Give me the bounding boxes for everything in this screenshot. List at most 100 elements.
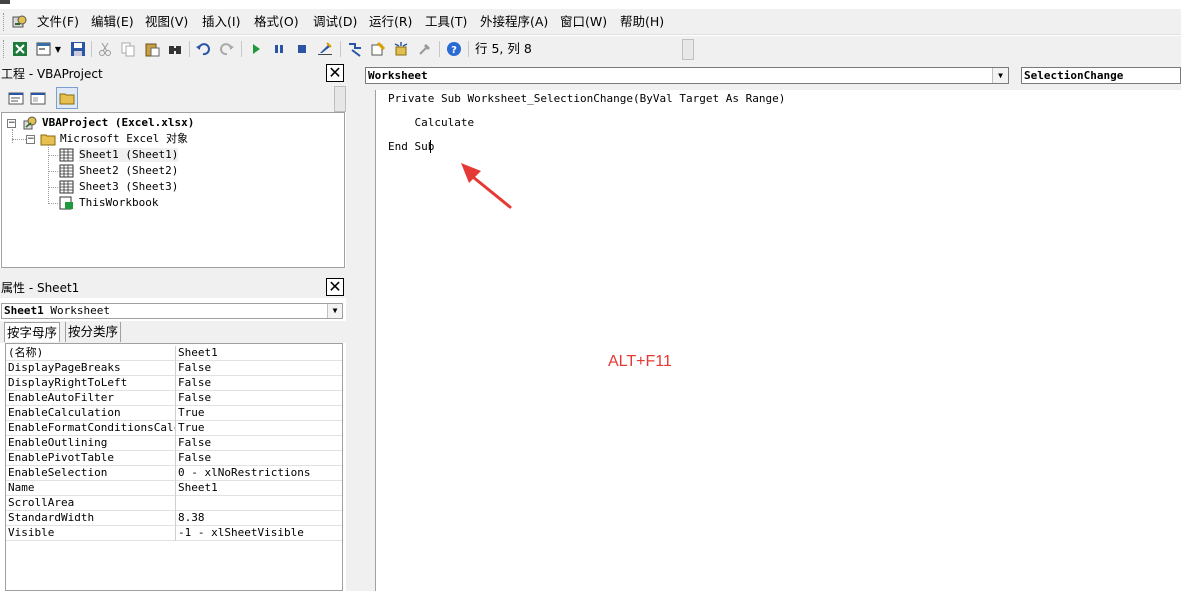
property-value[interactable]: True: [178, 406, 205, 420]
property-row[interactable]: EnablePivotTable False: [6, 451, 342, 466]
workbook-icon: [59, 196, 73, 210]
tree-item-sheet1[interactable]: Sheet1 (Sheet1): [79, 148, 179, 162]
view-code-icon[interactable]: [7, 89, 25, 107]
project-explorer-icon[interactable]: [346, 40, 364, 58]
chevron-down-icon[interactable]: ▼: [992, 68, 1008, 83]
property-value[interactable]: Sheet1: [178, 346, 218, 360]
property-row[interactable]: EnableFormatConditionsCalcul True: [6, 421, 342, 436]
property-value[interactable]: False: [178, 391, 211, 405]
toolbox-icon[interactable]: [416, 40, 434, 58]
collapse-icon[interactable]: −: [26, 135, 35, 144]
property-row[interactable]: (名称) Sheet1: [6, 346, 342, 361]
property-row[interactable]: DisplayPageBreaks False: [6, 361, 342, 376]
property-value[interactable]: -1 - xlSheetVisible: [178, 526, 304, 540]
property-row[interactable]: Visible -1 - xlSheetVisible: [6, 526, 342, 541]
save-icon[interactable]: [69, 40, 87, 58]
insert-userform-icon[interactable]: [35, 40, 53, 58]
menu-edit[interactable]: 编辑(E): [91, 14, 134, 30]
property-name: EnableFormatConditionsCalcul: [8, 421, 176, 434]
folder-icon: [40, 134, 56, 146]
property-value[interactable]: False: [178, 361, 211, 375]
project-explorer-titlebar: 工程 - VBAProject ✕: [0, 62, 346, 84]
undo-icon[interactable]: [194, 40, 212, 58]
tree-item-sheet3[interactable]: Sheet3 (Sheet3): [79, 180, 178, 194]
run-icon[interactable]: [247, 40, 265, 58]
project-explorer-toolbar: [0, 84, 346, 112]
design-mode-icon[interactable]: [316, 40, 334, 58]
collapse-icon[interactable]: −: [7, 119, 16, 128]
property-value[interactable]: True: [178, 421, 205, 435]
svg-text:?: ?: [451, 45, 457, 56]
menu-window[interactable]: 窗口(W): [560, 14, 607, 30]
tree-folder-excel-objects[interactable]: Microsoft Excel 对象: [60, 132, 188, 146]
menu-addins[interactable]: 外接程序(A): [480, 14, 548, 30]
cut-icon[interactable]: [96, 40, 114, 58]
menu-view[interactable]: 视图(V): [145, 14, 188, 30]
code-line[interactable]: End Sub: [388, 140, 434, 154]
tree-item-thisworkbook[interactable]: ThisWorkbook: [79, 196, 158, 210]
find-icon[interactable]: [166, 40, 184, 58]
menu-debug[interactable]: 调试(D): [313, 14, 357, 30]
pane-splitter[interactable]: [0, 268, 346, 276]
property-name: Visible: [8, 526, 55, 539]
insert-dropdown-icon[interactable]: ▼: [53, 40, 63, 58]
menu-insert[interactable]: 插入(I): [202, 14, 240, 30]
property-row[interactable]: Name Sheet1: [6, 481, 342, 496]
break-icon[interactable]: [270, 40, 288, 58]
properties-object-select[interactable]: Sheet1 Worksheet ▼: [1, 303, 343, 319]
project-explorer-title: 工程 - VBAProject: [1, 67, 103, 81]
property-row[interactable]: ScrollArea: [6, 496, 342, 511]
menu-grip[interactable]: [3, 13, 6, 31]
code-margin-indicator-bar[interactable]: [354, 90, 376, 591]
vbaproject-icon: [23, 116, 37, 130]
object-select[interactable]: Worksheet ▼: [365, 67, 1009, 84]
properties-window-icon[interactable]: [369, 40, 387, 58]
chevron-down-icon[interactable]: ▼: [327, 304, 342, 318]
property-row[interactable]: EnableOutlining False: [6, 436, 342, 451]
properties-title: 属性 - Sheet1: [1, 281, 80, 295]
menu-file[interactable]: 文件(F): [37, 14, 79, 30]
toolbar-options-button[interactable]: [682, 39, 694, 60]
property-value[interactable]: False: [178, 436, 211, 450]
procedure-select[interactable]: SelectionChange: [1021, 67, 1181, 84]
property-value[interactable]: False: [178, 451, 211, 465]
code-line[interactable]: Private Sub Worksheet_SelectionChange(By…: [388, 92, 785, 106]
tree-item-sheet2[interactable]: Sheet2 (Sheet2): [79, 164, 178, 178]
property-name: DisplayPageBreaks: [8, 361, 121, 374]
toolbar-separator: [241, 41, 242, 57]
tree-connector: [48, 203, 58, 204]
menu-help[interactable]: 帮助(H): [620, 14, 664, 30]
tab-alphabetic[interactable]: 按字母序: [4, 322, 61, 342]
redo-icon[interactable]: [218, 40, 236, 58]
property-value[interactable]: Sheet1: [178, 481, 218, 495]
vertical-splitter[interactable]: [346, 62, 354, 591]
property-row[interactable]: EnableCalculation True: [6, 406, 342, 421]
tab-categorized[interactable]: 按分类序: [65, 322, 122, 342]
property-value[interactable]: False: [178, 376, 211, 390]
close-icon[interactable]: ✕: [326, 64, 344, 82]
property-row[interactable]: EnableAutoFilter False: [6, 391, 342, 406]
view-object-icon[interactable]: [29, 89, 47, 107]
reset-icon[interactable]: [293, 40, 311, 58]
project-tree: − VBAProject (Excel.xlsx) − Microsoft Ex…: [1, 112, 345, 268]
excel-icon[interactable]: [11, 40, 29, 58]
code-line[interactable]: Calculate: [388, 116, 474, 130]
vba-app-icon[interactable]: [12, 14, 28, 30]
menu-tools[interactable]: 工具(T): [425, 14, 467, 30]
menu-format[interactable]: 格式(O): [254, 14, 299, 30]
property-value[interactable]: 0 - xlNoRestrictions: [178, 466, 310, 480]
menu-run[interactable]: 运行(R): [369, 14, 412, 30]
copy-icon[interactable]: [119, 40, 137, 58]
object-browser-icon[interactable]: [392, 40, 410, 58]
help-icon[interactable]: ?: [445, 40, 463, 58]
property-value[interactable]: 8.38: [178, 511, 205, 525]
toolbar-scroll-button[interactable]: [334, 86, 346, 112]
property-row[interactable]: DisplayRightToLeft False: [6, 376, 342, 391]
property-row[interactable]: EnableSelection 0 - xlNoRestrictions: [6, 466, 342, 481]
tree-root-vbaproject[interactable]: VBAProject (Excel.xlsx): [42, 116, 194, 130]
property-row[interactable]: StandardWidth 8.38: [6, 511, 342, 526]
paste-icon[interactable]: [143, 40, 161, 58]
toggle-folders-icon[interactable]: [56, 87, 78, 109]
close-icon[interactable]: ✕: [326, 278, 344, 296]
toolbar-grip[interactable]: [3, 40, 6, 58]
